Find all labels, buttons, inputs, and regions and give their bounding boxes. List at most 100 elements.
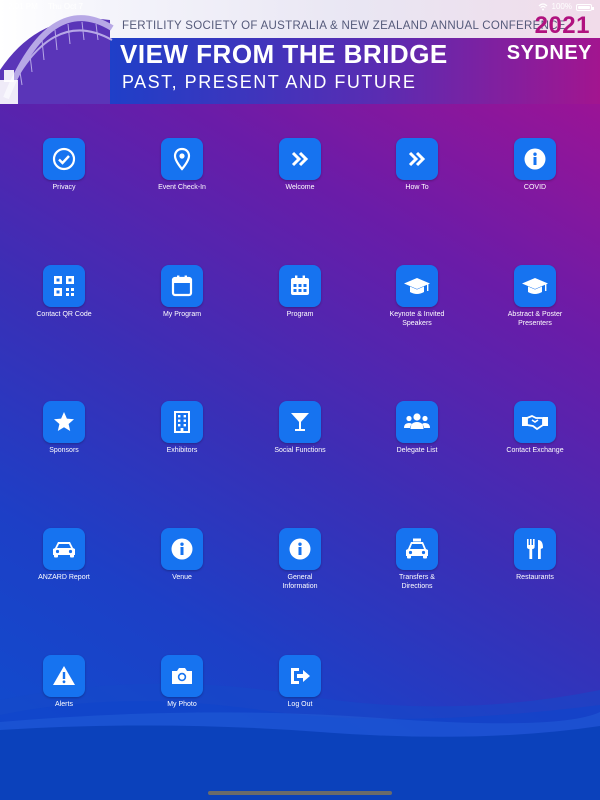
menu-item-transfers-directions[interactable]: Transfers & Directions <box>377 528 457 591</box>
menu-button[interactable] <box>161 138 203 180</box>
menu-item-delegate-list[interactable]: Delegate List <box>377 401 457 456</box>
menu-button[interactable] <box>279 138 321 180</box>
menu-item-covid[interactable]: COVID <box>495 138 575 193</box>
menu-button[interactable] <box>514 528 556 570</box>
battery-icon <box>576 3 594 11</box>
menu-item-label: My Photo <box>167 701 197 708</box>
menu-item-alerts[interactable]: Alerts <box>24 655 104 710</box>
logout-icon <box>291 668 310 684</box>
battery-percent: 100% <box>551 2 572 11</box>
calendar-icon <box>171 275 193 297</box>
menu-button[interactable] <box>396 138 438 180</box>
menu-item-label: Transfers & Directions <box>399 574 435 590</box>
building-icon <box>174 411 190 433</box>
menu-button[interactable] <box>279 528 321 570</box>
warning-icon <box>53 666 75 685</box>
menu-item-label: Keynote & Invited Speakers <box>389 311 445 327</box>
status-time: 2:01 PM <box>8 2 38 11</box>
menu-item-general-information[interactable]: General Information <box>260 528 340 591</box>
menu-button[interactable] <box>396 401 438 443</box>
menu-button[interactable] <box>279 265 321 307</box>
menu-button[interactable] <box>43 265 85 307</box>
handshake-icon <box>522 415 548 431</box>
menu-item-label: COVID <box>523 184 547 191</box>
menu-item-label: Exhibitors <box>166 447 198 454</box>
menu-item-log-out[interactable]: Log Out <box>260 655 340 710</box>
menu-button[interactable] <box>43 528 85 570</box>
home-indicator[interactable] <box>208 791 392 795</box>
menu-button[interactable] <box>43 138 85 180</box>
menu-item-how-to[interactable]: How To <box>377 138 457 193</box>
taxi-icon <box>406 538 428 559</box>
menu-button[interactable] <box>43 655 85 697</box>
menu-item-exhibitors[interactable]: Exhibitors <box>142 401 222 456</box>
menu-item-label: Alerts <box>55 701 73 708</box>
menu-item-social-functions[interactable]: Social Functions <box>260 401 340 456</box>
menu-item-label: ANZARD Report <box>38 574 90 581</box>
menu-item-welcome[interactable]: Welcome <box>260 138 340 193</box>
menu-item-restaurants[interactable]: Restaurants <box>495 528 575 583</box>
camera-icon <box>172 668 192 684</box>
calendar-grid-icon <box>291 275 309 295</box>
menu-button[interactable] <box>514 401 556 443</box>
menu-item-contact-qr-code[interactable]: Contact QR Code <box>24 265 104 320</box>
menu-item-my-photo[interactable]: My Photo <box>142 655 222 710</box>
menu-item-label: Program <box>286 311 314 318</box>
double-chevron-right-icon <box>408 151 426 167</box>
menu-item-label: Sponsors <box>49 447 79 454</box>
menu-item-program[interactable]: Program <box>260 265 340 320</box>
check-circle-icon <box>52 147 76 171</box>
menu-item-label: Abstract & Poster Presenters <box>507 311 563 327</box>
cocktail-icon <box>291 413 309 431</box>
menu-item-label: How To <box>405 184 429 191</box>
menu-item-label: Delegate List <box>396 447 438 454</box>
menu-item-anzard-report[interactable]: ANZARD Report <box>24 528 104 583</box>
users-icon <box>404 413 430 429</box>
menu-button[interactable] <box>161 655 203 697</box>
menu-item-keynote-speakers[interactable]: Keynote & Invited Speakers <box>377 265 457 328</box>
menu-button[interactable] <box>279 401 321 443</box>
menu-item-label: Event Check-In <box>158 184 206 191</box>
menu-item-label: Privacy <box>52 184 76 191</box>
map-pin-icon <box>173 147 191 171</box>
graduation-cap-icon <box>404 278 430 294</box>
menu-item-privacy[interactable]: Privacy <box>24 138 104 193</box>
menu-button[interactable] <box>161 528 203 570</box>
menu-button[interactable] <box>514 265 556 307</box>
info-icon <box>171 538 193 560</box>
menu-item-label: Contact QR Code <box>36 311 92 318</box>
menu-item-label: Social Functions <box>274 447 326 454</box>
menu-button[interactable] <box>396 528 438 570</box>
utensils-icon <box>527 539 543 559</box>
menu-item-label: Restaurants <box>516 574 554 581</box>
double-chevron-right-icon <box>291 151 309 167</box>
menu-item-contact-exchange[interactable]: Contact Exchange <box>495 401 575 456</box>
menu-button[interactable] <box>396 265 438 307</box>
menu-button[interactable] <box>279 655 321 697</box>
menu-item-event-check-in[interactable]: Event Check-In <box>142 138 222 193</box>
menu-item-sponsors[interactable]: Sponsors <box>24 401 104 456</box>
menu-item-my-program[interactable]: My Program <box>142 265 222 320</box>
menu-item-label: Contact Exchange <box>506 447 564 454</box>
menu-grid: Privacy Event Check-In Welcome How To CO… <box>0 0 600 800</box>
wifi-icon <box>538 3 547 11</box>
menu-button[interactable] <box>43 401 85 443</box>
info-icon <box>524 148 546 170</box>
star-icon <box>54 412 74 431</box>
menu-item-label: General Information <box>282 574 318 590</box>
car-icon <box>53 542 75 558</box>
menu-button[interactable] <box>161 401 203 443</box>
graduation-cap-icon <box>522 278 548 294</box>
menu-item-label: Welcome <box>285 184 315 191</box>
status-bar: 2:01 PM Thu Oct 7 100% <box>0 0 600 14</box>
info-icon <box>289 538 311 560</box>
menu-button[interactable] <box>161 265 203 307</box>
menu-item-label: Venue <box>172 574 192 581</box>
qr-code-icon <box>54 276 74 296</box>
menu-item-label: My Program <box>162 311 202 318</box>
menu-item-label: Log Out <box>287 701 313 708</box>
menu-button[interactable] <box>514 138 556 180</box>
status-date: Thu Oct 7 <box>47 2 83 11</box>
menu-item-venue[interactable]: Venue <box>142 528 222 583</box>
menu-item-abstract-presenters[interactable]: Abstract & Poster Presenters <box>495 265 575 328</box>
